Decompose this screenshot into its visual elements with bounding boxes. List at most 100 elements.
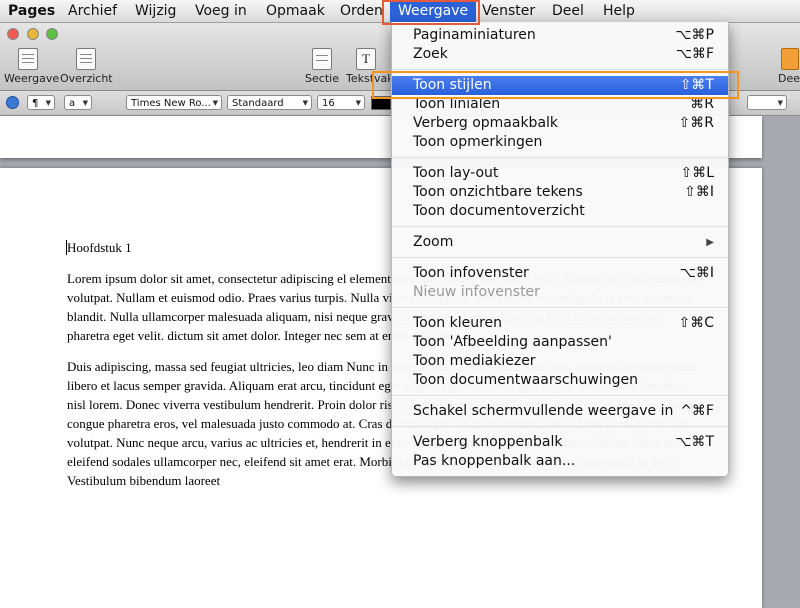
menu-wijzig[interactable]: Wijzig [135,0,176,22]
menu-orden[interactable]: Orden [340,0,383,22]
menu-item-label: Toon documentwaarschuwingen [413,372,638,388]
menu-item-toon-linialen[interactable]: Toon linialen ⌘R [392,95,728,114]
chevron-down-icon: ▼ [777,99,783,107]
menu-item-toon-documentoverzicht[interactable]: Toon documentoverzicht [392,202,728,221]
menu-item-shortcut: ⇧⌘I [684,184,714,200]
menu-item-label: Nieuw infovenster [413,284,540,300]
overzicht-toolbar-button[interactable]: Overzicht [60,48,113,85]
menu-item-schakel-schermvullende-weergave[interactable]: Schakel schermvullende weergave in ^⌘F [392,402,728,421]
outline-icon [76,48,96,70]
menu-separator [392,307,728,308]
styles-drawer-icon[interactable] [6,96,19,109]
menu-item-shortcut: ⌥⌘F [675,46,714,62]
menu-item-shortcut: ⇧⌘T [679,77,714,93]
text-color-swatch[interactable] [371,96,391,110]
menu-voeg-in[interactable]: Voeg in [195,0,247,22]
menu-item-label: Toon 'Afbeelding aanpassen' [413,334,612,350]
menu-archief[interactable]: Archief [68,0,117,22]
menu-item-label: Toon mediakiezer [413,353,536,369]
menu-item-toon-onzichtbare-tekens[interactable]: Toon onzichtbare tekens ⇧⌘I [392,183,728,202]
menu-separator [392,395,728,396]
menu-item-toon-infovenster[interactable]: Toon infovenster ⌥⌘I [392,264,728,283]
menu-item-toon-documentwaarschuwingen[interactable]: Toon documentwaarschuwingen [392,371,728,390]
menu-item-nieuw-infovenster: Nieuw infovenster [392,283,728,302]
menu-bar: Pages Archief Wijzig Voeg in Opmaak Orde… [0,0,800,23]
character-style-value: a [69,98,76,109]
menu-item-label: Zoek [413,46,448,62]
font-size-select[interactable]: 16 ▼ [317,95,365,110]
minimize-window-button[interactable] [27,28,39,40]
menu-item-shortcut: ⇧⌘C [678,315,714,331]
chevron-down-icon: ▼ [82,99,88,107]
menu-item-shortcut: ⌘R [690,96,714,112]
menu-opmaak[interactable]: Opmaak [266,0,325,22]
menu-help[interactable]: Help [603,0,635,22]
paragraph-style-value: ¶ [32,98,39,109]
textbox-icon: T [356,48,376,70]
chevron-down-icon: ▼ [355,99,361,107]
menu-item-shortcut: ⌥⌘I [679,265,714,281]
menu-item-label: Toon onzichtbare tekens [413,184,583,200]
menu-item-paginaminiaturen[interactable]: Paginaminiaturen ⌥⌘P [392,26,728,45]
deel-toolbar-button[interactable]: Dee [778,48,800,85]
menu-item-label: Toon infovenster [413,265,529,281]
close-window-button[interactable] [7,28,19,40]
menu-item-label: Verberg opmaakbalk [413,115,559,131]
menu-item-label: Toon kleuren [413,315,503,331]
share-icon [781,48,799,70]
font-family-value: Times New Ro... [131,98,211,109]
menu-item-toon-mediakiezer[interactable]: Toon mediakiezer [392,352,728,371]
sectie-toolbar-label: Sectie [305,72,339,85]
chevron-down-icon: ▼ [212,99,218,107]
menu-item-label: Toon stijlen [413,77,492,93]
menu-item-label: Toon linialen [413,96,501,112]
character-style-select[interactable]: a ▼ [64,95,92,110]
menu-item-label: Toon documentoverzicht [413,203,585,219]
menu-item-label: Verberg knoppenbalk [413,434,563,450]
zoom-window-button[interactable] [46,28,58,40]
menu-separator [392,157,728,158]
menu-item-label: Toon lay-out [413,165,499,181]
font-typeface-select[interactable]: Standaard ▼ [227,95,312,110]
menu-item-label: Paginaminiaturen [413,27,536,43]
weergave-toolbar-button[interactable]: Weergave [4,48,60,85]
weergave-toolbar-label: Weergave [4,72,60,85]
menu-item-shortcut: ⌥⌘T [675,434,714,450]
menu-deel[interactable]: Deel [552,0,584,22]
menu-item-toon-lay-out[interactable]: Toon lay-out ⇧⌘L [392,164,728,183]
menu-item-shortcut: ⇧⌘R [678,115,714,131]
menu-item-zoek[interactable]: Zoek ⌥⌘F [392,45,728,64]
paragraph-style-select[interactable]: ¶ ▼ [27,95,55,110]
submenu-arrow-icon: ▶ [706,237,714,248]
menu-separator [392,257,728,258]
chevron-down-icon: ▼ [302,99,308,107]
menu-item-shortcut: ⌥⌘P [675,27,714,43]
menu-item-shortcut: ⇧⌘L [680,165,714,181]
font-size-value: 16 [322,98,335,109]
menu-item-toon-opmerkingen[interactable]: Toon opmerkingen [392,133,728,152]
menu-item-label: Zoom [413,234,454,250]
menu-item-zoom[interactable]: Zoom ▶ [392,233,728,252]
overzicht-toolbar-label: Overzicht [60,72,113,85]
menu-separator [392,226,728,227]
menu-item-toon-kleuren[interactable]: Toon kleuren ⇧⌘C [392,314,728,333]
menu-weergave[interactable]: Weergave [390,0,477,22]
menu-item-toon-afbeelding-aanpassen[interactable]: Toon 'Afbeelding aanpassen' [392,333,728,352]
menu-item-verberg-knoppenbalk[interactable]: Verberg knoppenbalk ⌥⌘T [392,433,728,452]
menu-item-pas-knoppenbalk-aan[interactable]: Pas knoppenbalk aan... [392,452,728,471]
deel-toolbar-label: Dee [778,72,800,85]
menu-item-shortcut: ^⌘F [680,403,714,419]
columns-select[interactable]: ▼ [747,95,787,110]
menu-pages[interactable]: Pages [8,0,55,22]
tekstvak-toolbar-button[interactable]: T Tekstvak [346,48,390,85]
sectie-toolbar-button[interactable]: Sectie [302,48,342,85]
menu-item-label: Schakel schermvullende weergave in [413,403,674,419]
font-typeface-value: Standaard [232,98,284,109]
menu-separator [392,69,728,70]
tekstvak-toolbar-label: Tekstvak [346,72,390,85]
menu-item-toon-stijlen[interactable]: Toon stijlen ⇧⌘T [392,76,728,95]
font-family-select[interactable]: Times New Ro... ▼ [126,95,222,110]
weergave-dropdown-menu: Paginaminiaturen ⌥⌘P Zoek ⌥⌘F Toon stijlen… [391,22,729,477]
menu-venster[interactable]: Venster [482,0,535,22]
menu-item-verberg-opmaakbalk[interactable]: Verberg opmaakbalk ⇧⌘R [392,114,728,133]
